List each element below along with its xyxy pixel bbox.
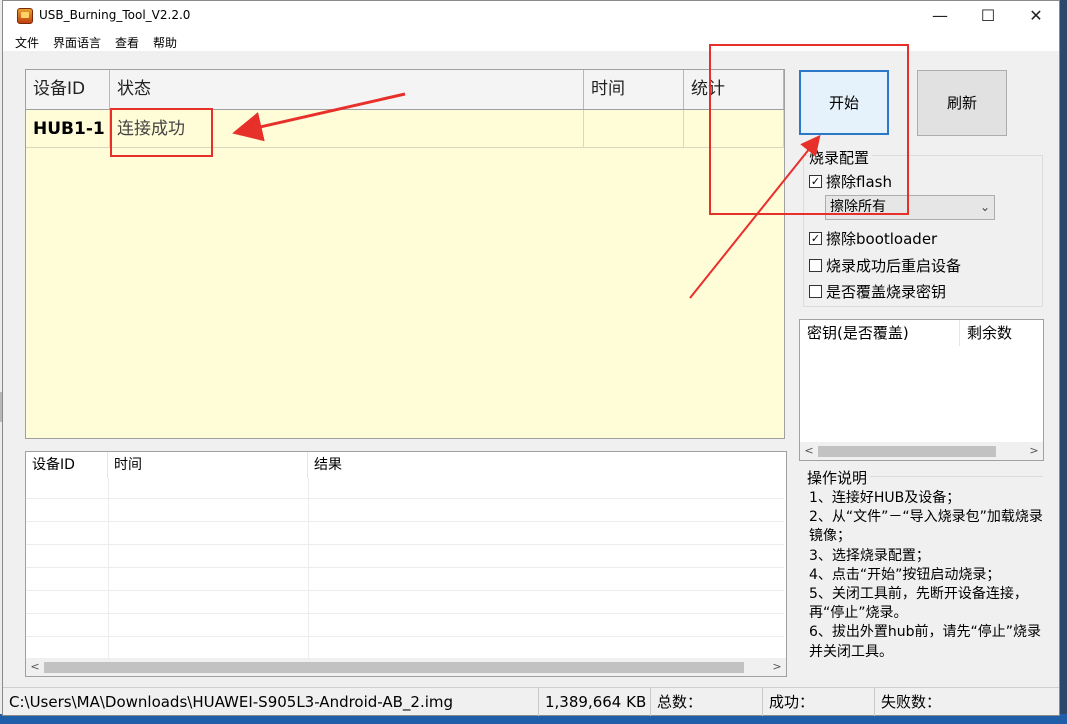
annotation-arrows [232,92,821,299]
arrow-to-start [689,134,821,299]
arrow-to-status [232,92,406,142]
